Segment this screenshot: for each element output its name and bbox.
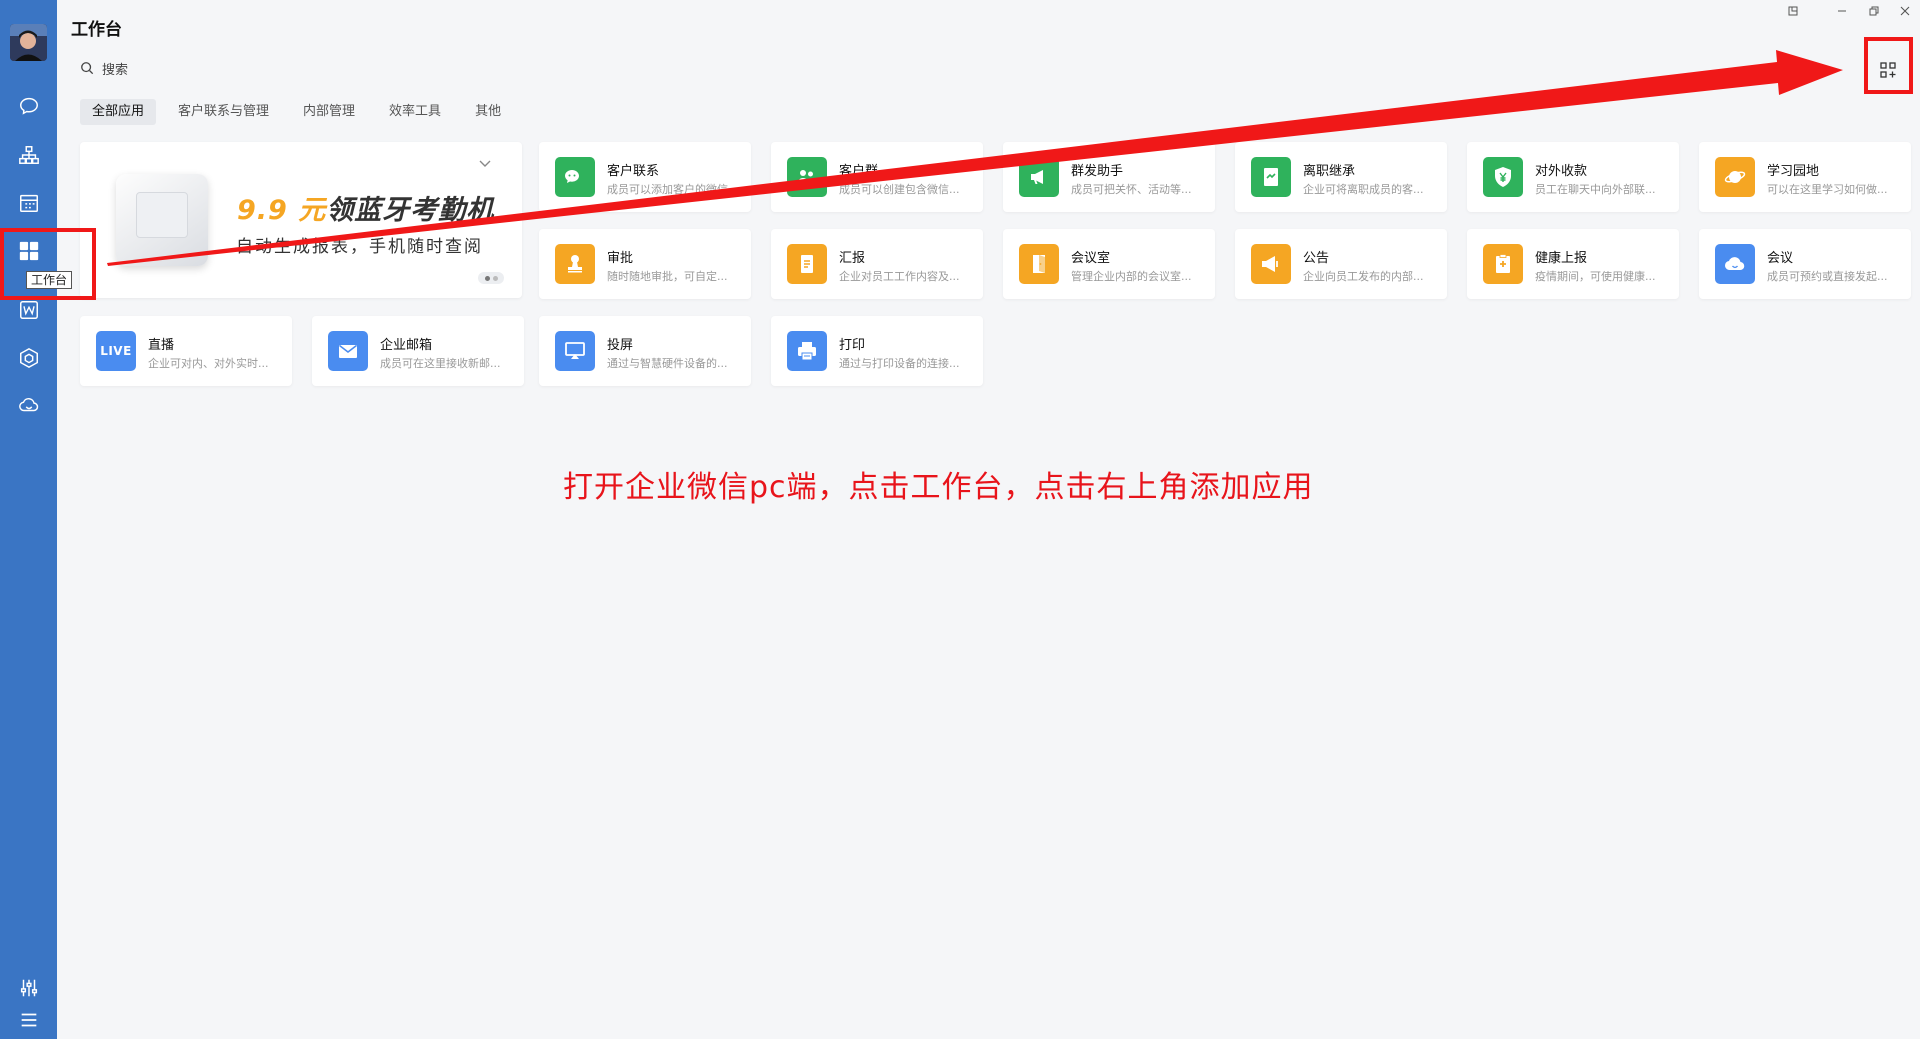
app-name: 公告 (1303, 251, 1330, 266)
app-card[interactable]: 会议成员可预约或直接发起... (1699, 229, 1911, 299)
app-card[interactable]: 企业邮箱成员可在这里接收新邮... (312, 316, 524, 386)
group-icon (787, 157, 827, 197)
app-name: 直播 (148, 338, 175, 353)
calendar-icon[interactable] (14, 188, 44, 218)
app-name: 企业邮箱 (380, 338, 433, 353)
instruction-text: 打开企业微信pc端，点击工作台，点击右上角添加应用 (563, 470, 1314, 505)
banner-subtitle: 自动生成报表，手机随时查阅 (236, 237, 483, 257)
attendance-device-image (116, 174, 208, 266)
app-card[interactable]: 投屏通过与智慧硬件设备的... (539, 316, 751, 386)
app-description: 成员可预约或直接发起... (1767, 270, 1888, 283)
app-name: 汇报 (839, 251, 866, 266)
app-description: 成员可以创建包含微信... (839, 183, 960, 196)
sliders-icon[interactable] (14, 973, 44, 1003)
app-name: 会议 (1767, 251, 1794, 266)
app-name: 客户联系 (607, 164, 660, 179)
app-card[interactable]: 对外收款员工在聊天中向外部联... (1467, 142, 1679, 212)
app-card[interactable]: 客户联系成员可以添加客户的微信 (539, 142, 751, 212)
printer-icon (787, 331, 827, 371)
promo-banner[interactable]: 9.9 元领蓝牙考勤机 自动生成报表，手机随时查阅 (80, 142, 522, 298)
app-card[interactable]: 健康上报疫情期间，可使用健康... (1467, 229, 1679, 299)
app-name: 健康上报 (1535, 251, 1588, 266)
app-description: 通过与智慧硬件设备的... (607, 357, 728, 370)
app-description: 成员可把关怀、活动等... (1071, 183, 1192, 196)
live-icon: LIVE (96, 331, 136, 371)
app-name: 审批 (607, 251, 634, 266)
app-name: 对外收款 (1535, 164, 1588, 179)
app-name: 会议室 (1071, 251, 1111, 266)
minimize-icon[interactable] (1831, 2, 1853, 20)
announce-icon (1251, 244, 1291, 284)
app-card[interactable]: 打印通过与打印设备的连接... (771, 316, 983, 386)
report-icon (787, 244, 827, 284)
tab-0[interactable]: 全部应用 (80, 99, 157, 125)
app-name: 群发助手 (1071, 164, 1124, 179)
tab-3[interactable]: 效率工具 (377, 99, 453, 125)
yuan-shield-icon (1483, 157, 1523, 197)
menu-icon[interactable] (14, 1005, 44, 1035)
category-tabs: 全部应用 客户联系与管理 内部管理 效率工具 其他 (80, 99, 513, 125)
carousel-dots[interactable] (478, 272, 504, 284)
close-icon[interactable] (1894, 2, 1916, 20)
tab-2[interactable]: 内部管理 (291, 99, 367, 125)
app-description: 通过与打印设备的连接... (839, 357, 960, 370)
page-title: 工作台 (71, 20, 122, 40)
app-description: 员工在聊天中向外部联... (1535, 183, 1656, 196)
app-name: 离职继承 (1303, 164, 1356, 179)
app-description: 企业可将离职成员的客... (1303, 183, 1424, 196)
app-description: 企业向员工发布的内部... (1303, 270, 1424, 283)
cube-icon[interactable] (14, 343, 44, 373)
handover-icon (1251, 157, 1291, 197)
mail-icon (328, 331, 368, 371)
door-icon (1019, 244, 1059, 284)
org-chart-icon[interactable] (14, 140, 44, 170)
app-card[interactable]: 群发助手成员可把关怀、活动等... (1003, 142, 1215, 212)
chat-bubble-icon[interactable] (14, 91, 44, 121)
app-card[interactable]: 公告企业向员工发布的内部... (1235, 229, 1447, 299)
app-description: 可以在这里学习如何做... (1767, 183, 1888, 196)
app-description: 疫情期间，可使用健康... (1535, 270, 1656, 283)
annotation-box-add-app (1864, 37, 1913, 94)
app-name: 投屏 (607, 338, 634, 353)
app-name: 客户群 (839, 164, 879, 179)
app-card[interactable]: 离职继承企业可将离职成员的客... (1235, 142, 1447, 212)
app-card[interactable]: 客户群成员可以创建包含微信... (771, 142, 983, 212)
cloud-meeting-icon (1715, 244, 1755, 284)
app-card[interactable]: LIVE 直播企业可对内、对外实时... (80, 316, 292, 386)
chevron-down-icon[interactable] (478, 156, 492, 170)
wechat-icon (555, 157, 595, 197)
planet-icon (1715, 157, 1755, 197)
live-label: LIVE (100, 344, 132, 358)
sidebar (0, 0, 57, 1039)
search-icon (81, 62, 94, 75)
app-description: 企业可对内、对外实时... (148, 357, 269, 370)
search-placeholder: 搜索 (102, 62, 129, 78)
avatar[interactable] (10, 24, 47, 61)
tab-4[interactable]: 其他 (463, 99, 513, 125)
restore-icon[interactable] (1863, 2, 1885, 20)
tab-1[interactable]: 客户联系与管理 (166, 99, 281, 125)
health-clipboard-icon (1483, 244, 1523, 284)
app-card[interactable]: 审批随时随地审批，可自定... (539, 229, 751, 299)
app-description: 管理企业内部的会议室... (1071, 270, 1192, 283)
app-description: 成员可以添加客户的微信 (607, 183, 728, 196)
app-name: 打印 (839, 338, 866, 353)
megaphone-icon (1019, 157, 1059, 197)
cast-icon (555, 331, 595, 371)
app-description: 成员可在这里接收新邮... (380, 357, 501, 370)
banner-headline: 9.9 元领蓝牙考勤机 (237, 195, 495, 226)
pin-window-icon[interactable] (1782, 2, 1804, 20)
annotation-box-workbench (0, 228, 96, 300)
app-name: 学习园地 (1767, 164, 1820, 179)
cloud-icon[interactable] (14, 390, 44, 420)
app-card[interactable]: 汇报企业对员工工作内容及... (771, 229, 983, 299)
app-description: 企业对员工工作内容及... (839, 270, 960, 283)
search-input[interactable]: 搜索 (80, 58, 128, 78)
app-description: 随时随地审批，可自定... (607, 270, 728, 283)
avatar-image (10, 24, 47, 61)
app-card[interactable]: 会议室管理企业内部的会议室... (1003, 229, 1215, 299)
app-card[interactable]: 学习园地可以在这里学习如何做... (1699, 142, 1911, 212)
stamp-icon (555, 244, 595, 284)
